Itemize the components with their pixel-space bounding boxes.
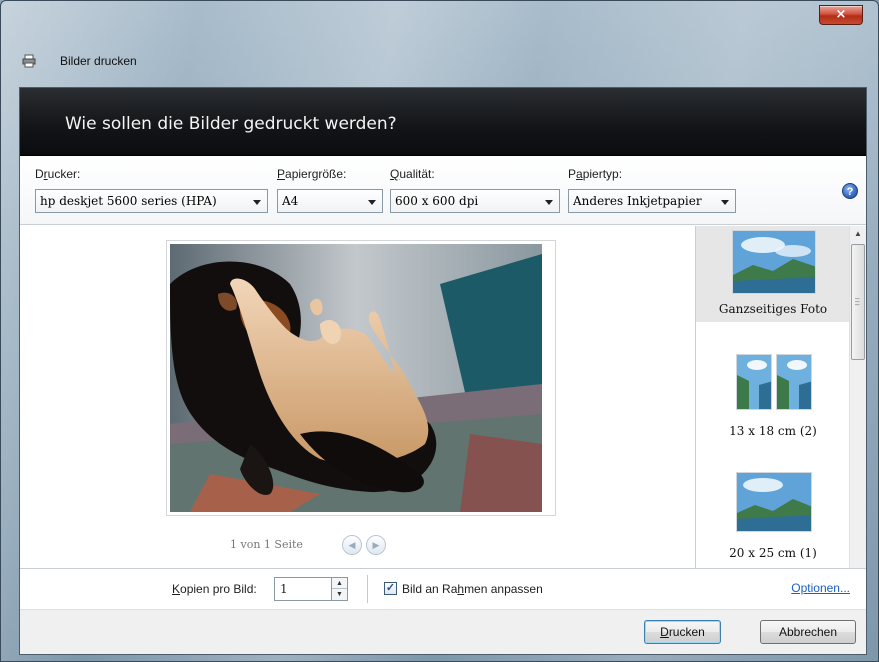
page-title: Wie sollen die Bilder gedruckt werden? [65,114,397,134]
printer-icon [22,54,36,68]
copies-spinner[interactable]: ▲ ▼ [332,577,348,601]
layout-item-13x18[interactable]: 13 x 18 cm (2) [696,354,850,454]
chevron-down-icon [545,200,553,205]
paper-type-select[interactable]: Anderes Inkjetpapier [568,189,736,213]
arrow-right-icon: ▶ [372,540,380,550]
window-title: Bilder drucken [60,54,137,68]
layout-thumbnail [776,354,812,410]
layout-label: 13 x 18 cm (2) [729,424,817,438]
cancel-button[interactable]: Abbrechen [760,620,856,644]
copies-label: Kopien pro Bild: [172,582,257,596]
help-icon[interactable]: ? [842,183,858,199]
layout-list[interactable]: Ganzseitiges Foto 13 x 18 cm (2) 20 x 25… [695,226,866,568]
chevron-down-icon [721,200,729,205]
chevron-down-icon [368,200,376,205]
grip-icon: – – – [855,294,860,309]
chevron-down-icon [253,200,261,205]
quality-label: Qualität: [390,167,435,181]
quality-select[interactable]: 600 x 600 dpi [390,189,560,213]
photo-preview [170,244,542,512]
divider [367,575,368,603]
photo-preview-frame [166,240,556,516]
paper-size-select[interactable]: A4 [277,189,383,213]
layout-label: Ganzseitiges Foto [718,302,828,316]
layout-thumbnail [732,230,816,294]
spin-up-icon[interactable]: ▲ [332,578,347,589]
layout-item-full-page[interactable]: Ganzseitiges Foto [696,226,850,322]
scroll-up-arrow-icon[interactable]: ▲ [850,226,866,242]
fit-frame-checkbox[interactable]: ✓ [384,582,397,595]
spin-down-icon[interactable]: ▼ [332,589,347,600]
options-link[interactable]: Optionen... [791,581,850,595]
layout-scrollbar[interactable]: ▲ – – – [849,226,866,568]
dog-and-cat-photo [170,244,542,512]
options-bar: Kopien pro Bild: 1 ▲ ▼ ✓ Bild an Rahmen … [20,568,866,608]
copies-input[interactable]: 1 [274,577,332,601]
settings-bar: Drucker: hp deskjet 5600 series (HPA) Pa… [20,157,866,225]
close-button[interactable]: × [819,5,863,25]
layout-label: 20 x 25 cm (1) [729,546,817,560]
scroll-thumb[interactable]: – – – [851,244,865,360]
paper-type-label: Papiertyp: [568,167,623,181]
next-page-button[interactable]: ▶ [366,535,386,555]
arrow-left-icon: ◀ [348,540,356,550]
page-indicator: 1 von 1 Seite [230,538,303,551]
header-bar: Wie sollen die Bilder gedruckt werden? [20,88,866,156]
paper-size-label: Papiergröße: [277,167,347,181]
layout-thumbnail [736,354,772,410]
previous-page-button[interactable]: ◀ [342,535,362,555]
preview-area: 1 von 1 Seite ◀ ▶ [20,226,694,568]
print-button[interactable]: Drucken [644,620,721,644]
printer-label: Drucker: [35,167,81,181]
button-bar: Drucken Abbrechen [20,609,866,654]
layout-item-20x25[interactable]: 20 x 25 cm (1) [696,472,850,568]
dialog-client: Wie sollen die Bilder gedruckt werden? D… [19,87,867,655]
fit-frame-label[interactable]: Bild an Rahmen anpassen [402,582,543,596]
printer-select[interactable]: hp deskjet 5600 series (HPA) [35,189,268,213]
layout-thumbnail [736,472,812,532]
